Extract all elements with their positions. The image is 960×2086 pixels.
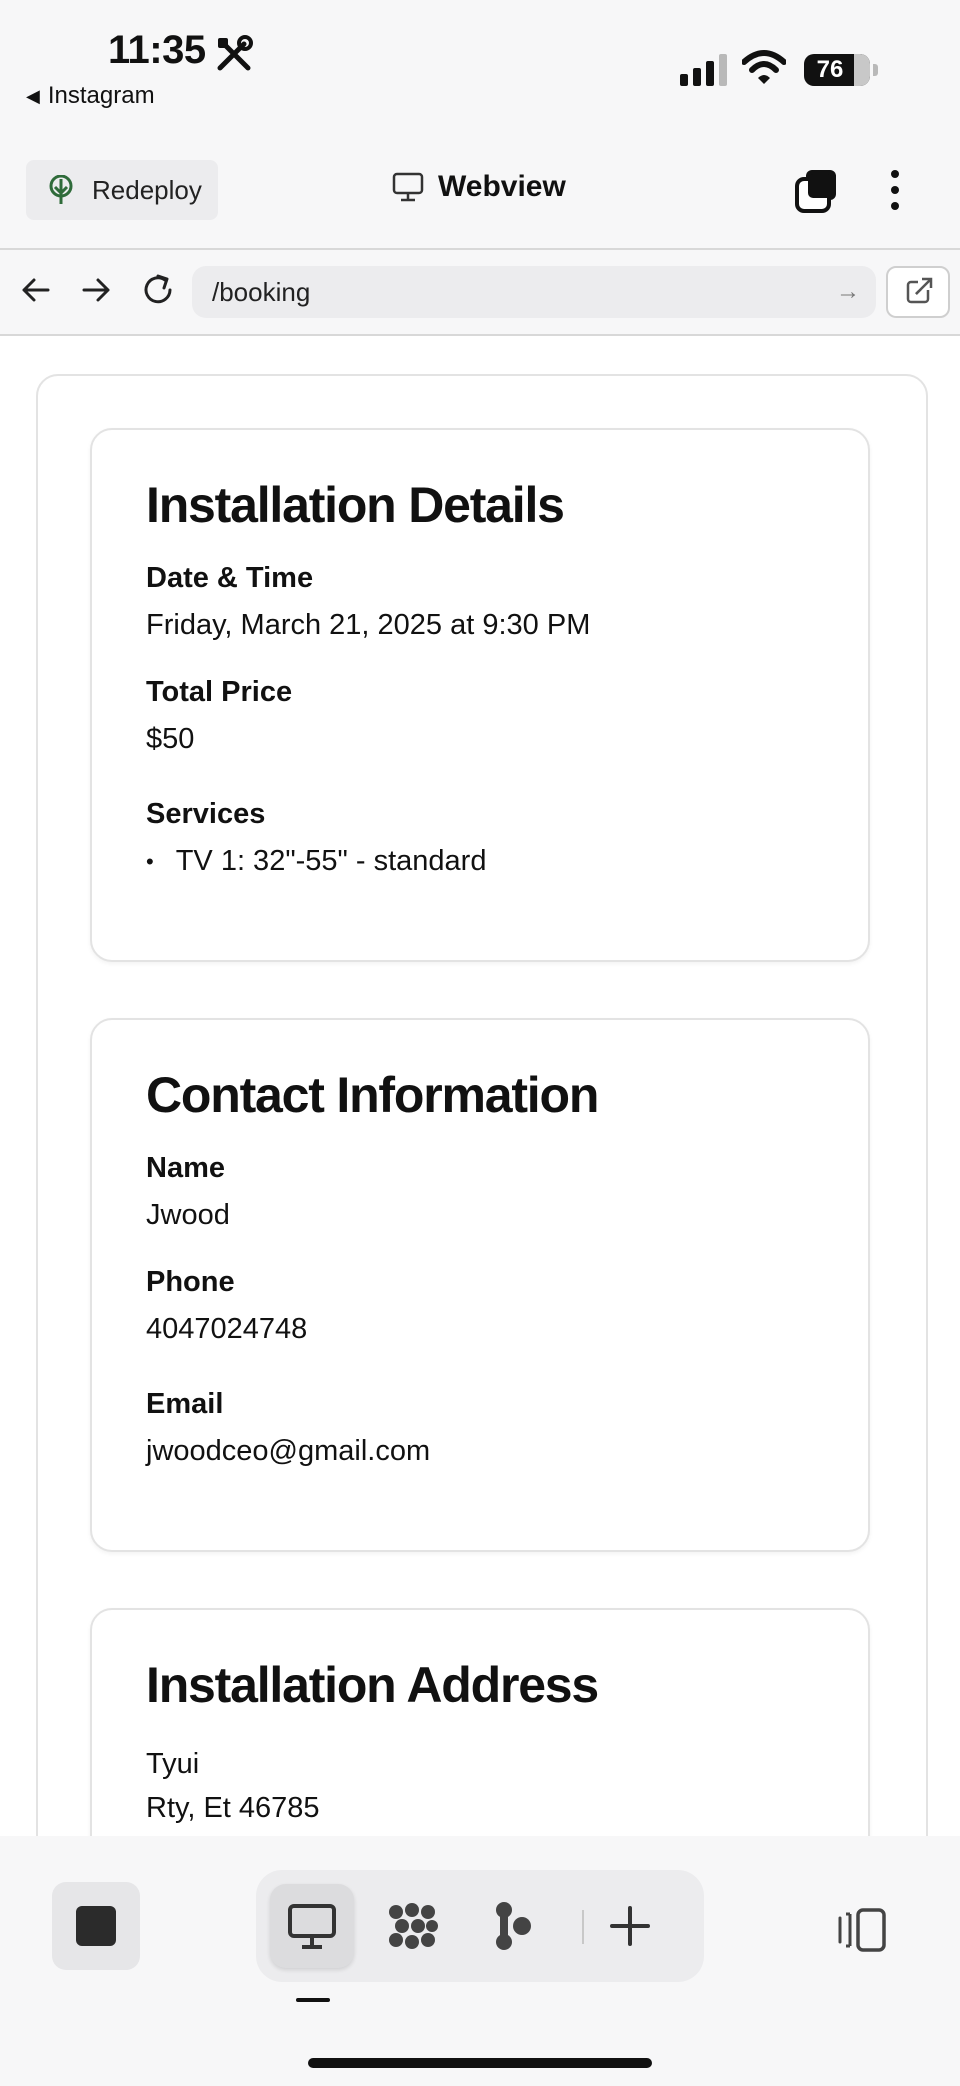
open-external-button[interactable] — [886, 266, 950, 318]
webview-title: Webview — [392, 170, 566, 204]
flow-icon — [496, 1902, 531, 1950]
back-arrow-icon[interactable] — [16, 270, 56, 310]
contact-heading: Contact Information — [146, 1067, 599, 1123]
phone-label: Phone — [146, 1266, 235, 1298]
active-indicator — [296, 1998, 330, 2002]
phone-value: 4047024748 — [146, 1313, 308, 1345]
price-label: Total Price — [146, 676, 293, 708]
installation-address-card: Installation Address Tyui Rty, Et 46785 — [90, 1608, 870, 1836]
tree-icon — [49, 175, 73, 204]
address-heading: Installation Address — [146, 1657, 599, 1713]
name-value: Jwood — [146, 1199, 230, 1231]
desktop-view-button[interactable] — [270, 1884, 354, 1968]
plus-icon — [610, 1906, 650, 1946]
contact-information-card: Contact Information Name Jwood Phone 404… — [90, 1018, 870, 1552]
status-bar: 11:35 ◀ Instagram 76 — [0, 0, 960, 120]
back-to-app-link[interactable]: ◀ Instagram — [26, 82, 155, 110]
installation-details-card: Installation Details Date & Time Friday,… — [90, 428, 870, 962]
bullet-icon: • — [146, 848, 154, 874]
clock: 11:35 — [108, 28, 206, 72]
tabs-icon[interactable] — [794, 168, 840, 214]
bubbles-icon — [389, 1903, 438, 1949]
view-mode-group — [256, 1870, 704, 1982]
webview-title-text: Webview — [438, 170, 566, 203]
email-value: jwoodceo@gmail.com — [146, 1435, 431, 1467]
datetime-value: Friday, March 21, 2025 at 9:30 PM — [146, 609, 591, 641]
battery-icon: 76 — [804, 54, 878, 86]
redeploy-label: Redeploy — [92, 174, 202, 205]
go-arrow-icon[interactable]: → — [836, 266, 860, 318]
app-toolbar: Redeploy Webview — [0, 148, 960, 250]
external-link-icon — [906, 277, 933, 304]
list-item: • TV 1: 32"-55" - standard — [146, 845, 814, 878]
cellular-signal-icon — [680, 52, 727, 86]
price-value: $50 — [146, 723, 195, 755]
reload-icon[interactable] — [138, 270, 178, 310]
webview-content: Installation Details Date & Time Friday,… — [0, 336, 960, 1836]
booking-container: Installation Details Date & Time Friday,… — [36, 374, 928, 1836]
wifi-icon — [742, 50, 786, 84]
installation-heading: Installation Details — [146, 477, 565, 533]
tools-icon — [217, 35, 253, 71]
url-text: /booking — [212, 277, 311, 307]
email-label: Email — [146, 1388, 224, 1420]
browser-nav-bar: /booking → — [0, 250, 960, 336]
service-item: TV 1: 32"-55" - standard — [175, 845, 487, 877]
back-triangle-icon: ◀ — [26, 85, 40, 106]
address-line-1: Tyui — [146, 1748, 200, 1780]
monitor-icon — [392, 172, 424, 202]
home-indicator — [308, 2058, 652, 2068]
name-label: Name — [146, 1152, 225, 1184]
bottom-dock — [0, 1836, 960, 2086]
monitor-icon — [288, 1904, 336, 1949]
address-line-2: Rty, Et 46785 — [146, 1792, 320, 1824]
back-app-label: Instagram — [47, 82, 155, 109]
agents-button[interactable] — [372, 1884, 456, 1968]
divider — [582, 1910, 584, 1944]
datetime-label: Date & Time — [146, 562, 314, 594]
more-options-icon[interactable] — [878, 166, 912, 214]
split-view-icon[interactable] — [836, 1906, 888, 1954]
stop-button[interactable] — [52, 1882, 140, 1970]
url-input[interactable]: /booking → — [192, 266, 876, 318]
battery-level: 76 — [816, 56, 844, 83]
add-button[interactable] — [588, 1884, 672, 1968]
stop-icon — [76, 1906, 116, 1946]
redeploy-button[interactable]: Redeploy — [26, 160, 218, 220]
forward-arrow-icon[interactable] — [76, 270, 116, 310]
services-label: Services — [146, 798, 266, 830]
flow-button[interactable] — [470, 1884, 554, 1968]
